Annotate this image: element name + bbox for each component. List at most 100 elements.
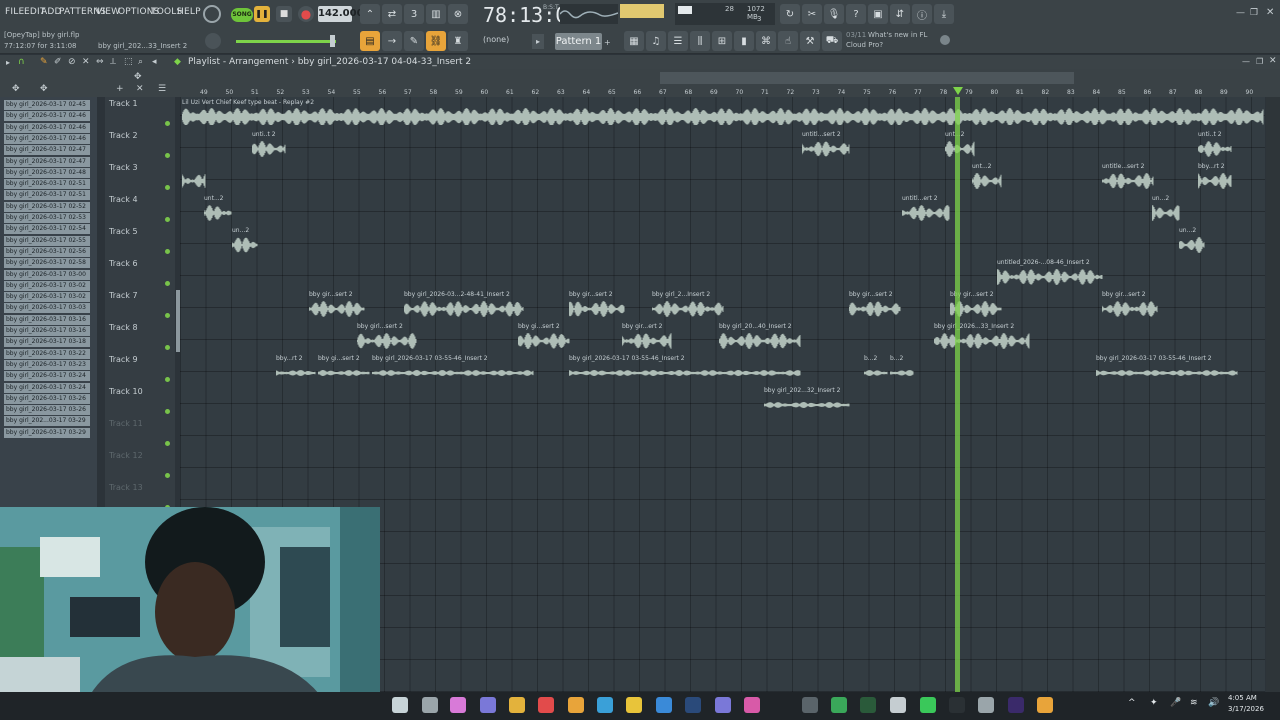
- menu-file[interactable]: FILE: [5, 7, 24, 17]
- arrow-right-icon[interactable]: →: [382, 31, 402, 51]
- audio-clip[interactable]: bby gir...sert 2: [849, 291, 901, 319]
- audio-clip[interactable]: bby girl_202...32_Insert 2: [764, 387, 850, 415]
- audio-clip[interactable]: bby girl_2026-03-17 03-55-46_Insert 2: [372, 355, 534, 383]
- app-red-icon[interactable]: [538, 697, 554, 713]
- pattern-mode-icon[interactable]: ▤: [360, 31, 380, 51]
- zoom-tool-icon[interactable]: ⌕: [138, 57, 143, 67]
- audio-clip[interactable]: bby gi...sert 2: [518, 323, 570, 351]
- teams-icon[interactable]: [480, 697, 496, 713]
- audio-clip[interactable]: b...2: [864, 355, 888, 383]
- track-mute-led[interactable]: [165, 153, 170, 158]
- channel-item[interactable]: bby girl_2026-03-17 02-45: [4, 100, 90, 110]
- channel-item[interactable]: bby girl_2026-03-17 02-51: [4, 190, 90, 201]
- track-name-9[interactable]: Track 9: [109, 355, 138, 364]
- draw-tool-icon[interactable]: ✎: [40, 57, 48, 67]
- download-icon[interactable]: ⤓: [934, 4, 954, 24]
- loop-record-icon[interactable]: ⇄: [382, 4, 402, 24]
- audio-clip[interactable]: un...2: [1152, 195, 1180, 223]
- taskbar-date[interactable]: 3/17/2026: [1228, 705, 1264, 713]
- channel-item[interactable]: bby girl_2026-03-17 02-46: [4, 111, 90, 122]
- tempo-display[interactable]: 142.000: [318, 6, 364, 22]
- channel-item[interactable]: bby girl_2026-03-17 03-03: [4, 303, 90, 314]
- channel-item[interactable]: bby girl_2026-03-17 03-02: [4, 292, 90, 303]
- move-left-icon[interactable]: ✥: [12, 84, 20, 94]
- track-mute-led[interactable]: [165, 441, 170, 446]
- app-green-icon[interactable]: [831, 697, 847, 713]
- select-tool-icon[interactable]: ⬚: [124, 57, 133, 67]
- refresh-icon[interactable]: ↻: [780, 4, 800, 24]
- wrench-icon[interactable]: ⚒: [800, 31, 820, 51]
- news-toggle-icon[interactable]: [940, 35, 950, 45]
- channel-item[interactable]: bby girl_202...03-17 03-29: [4, 416, 90, 427]
- app-gray-icon[interactable]: [802, 697, 818, 713]
- audio-clip[interactable]: b...2: [890, 355, 914, 383]
- slip-tool-icon[interactable]: ⇔: [96, 57, 104, 67]
- audio-clip[interactable]: [182, 163, 206, 191]
- playlist-minimize-icon[interactable]: —: [1242, 57, 1250, 66]
- audio-clip[interactable]: bby girl_2026-03...2-48-41_Insert 2: [404, 291, 524, 319]
- menu-help[interactable]: HELP: [177, 7, 201, 17]
- premiere-icon[interactable]: [1008, 697, 1024, 713]
- track-mute-led[interactable]: [165, 281, 170, 286]
- playhead-marker-icon[interactable]: [953, 87, 963, 95]
- store-icon[interactable]: [626, 697, 642, 713]
- track-name-8[interactable]: Track 8: [109, 323, 138, 332]
- step-edit-icon[interactable]: ▥: [426, 4, 446, 24]
- channel-item[interactable]: bby girl_2026-03-17 03-00: [4, 269, 90, 280]
- track-mute-led[interactable]: [165, 249, 170, 254]
- close-icon[interactable]: ✕: [1266, 7, 1274, 18]
- vertical-scrollbar[interactable]: [1266, 97, 1280, 692]
- channel-item[interactable]: bby girl_2026-03-17 03-26: [4, 405, 90, 416]
- task-view-icon[interactable]: [422, 697, 438, 713]
- record-button[interactable]: ●: [298, 6, 314, 22]
- audio-clip[interactable]: bby gir...sert 2: [569, 291, 625, 319]
- channel-item[interactable]: bby girl_2026-03-17 02-46: [4, 122, 90, 133]
- snap-select[interactable]: (none): [483, 35, 509, 44]
- update-icon[interactable]: [656, 697, 672, 713]
- audio-clip[interactable]: bby girl...sert 2: [357, 323, 417, 351]
- audio-clip[interactable]: Lil Uzi Vert Chief Keef type beat - Repl…: [182, 99, 1264, 127]
- channel-item[interactable]: bby girl_2026-03-17 02-52: [4, 201, 90, 212]
- copilot-icon[interactable]: [450, 697, 466, 713]
- shop-icon[interactable]: ⛟: [822, 31, 842, 51]
- playlist-arrow-icon[interactable]: ▸: [6, 58, 10, 67]
- track-name-5[interactable]: Track 5: [109, 227, 138, 236]
- snap-icon[interactable]: ⌃: [360, 4, 380, 24]
- channel-item[interactable]: bby girl_2026-03-17 02-47: [4, 145, 90, 156]
- track-mute-led[interactable]: [165, 217, 170, 222]
- news-title[interactable]: What's new in FL: [868, 31, 927, 39]
- playhead[interactable]: [955, 97, 960, 692]
- start-icon[interactable]: [392, 697, 408, 713]
- photos-icon[interactable]: [744, 697, 760, 713]
- tracks-menu-icon[interactable]: ☰: [158, 84, 166, 94]
- audio-clip[interactable]: untitle...sert 2: [1102, 163, 1154, 191]
- audio-clip[interactable]: bby gir...sert 2: [309, 291, 365, 319]
- track-name-6[interactable]: Track 6: [109, 259, 138, 268]
- playlist-view-icon[interactable]: ◆: [174, 57, 181, 67]
- channel-item[interactable]: bby girl_2026-03-17 02-46: [4, 133, 90, 144]
- scroll-icon[interactable]: ✥: [134, 72, 142, 82]
- audio-clip[interactable]: bby gi...sert 2: [318, 355, 370, 383]
- channel-item[interactable]: bby girl_2026-03-17 03-18: [4, 337, 90, 348]
- track-name-1[interactable]: Track 1: [109, 99, 138, 108]
- track-mute-led[interactable]: [165, 409, 170, 414]
- channel-item[interactable]: bby girl_2026-03-17 02-53: [4, 213, 90, 223]
- slice-tool-icon[interactable]: ⟂: [110, 57, 116, 67]
- paint-tool-icon[interactable]: ✐: [54, 57, 62, 67]
- obs-icon[interactable]: [949, 697, 965, 713]
- song-mode-toggle[interactable]: SONG: [231, 8, 253, 22]
- channel-item[interactable]: bby girl_2026-03-17 02-56: [4, 246, 90, 257]
- track-mute-led[interactable]: [165, 121, 170, 126]
- track-mute-led[interactable]: [165, 185, 170, 190]
- countdown-icon[interactable]: 3: [404, 4, 424, 24]
- channel-item[interactable]: bby girl_2026-03-17 02-48: [4, 167, 90, 178]
- tray-app-icon[interactable]: ✦: [1150, 698, 1158, 708]
- channel-rack-icon[interactable]: ☰: [668, 31, 688, 51]
- master-pitch-knob-icon[interactable]: [205, 33, 221, 49]
- file-explorer-icon[interactable]: [509, 697, 525, 713]
- audio-clip[interactable]: un...2: [232, 227, 258, 255]
- plugin-picker-icon[interactable]: ▮: [734, 31, 754, 51]
- add-track-icon[interactable]: +: [116, 84, 124, 94]
- audio-clip[interactable]: unt...2: [972, 163, 1002, 191]
- wifi-icon[interactable]: ≋: [1190, 698, 1198, 708]
